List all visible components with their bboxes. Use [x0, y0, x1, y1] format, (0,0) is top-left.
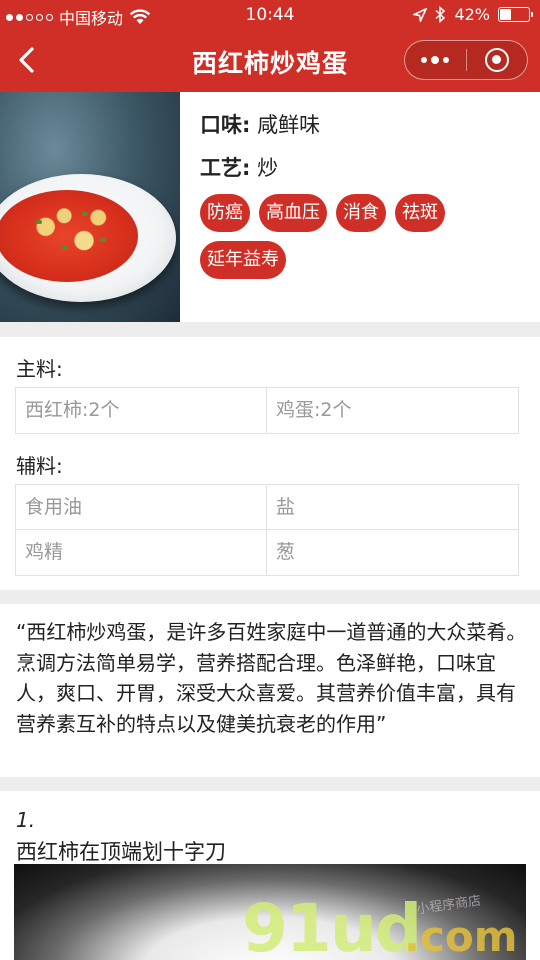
step-number: 1.: [16, 808, 36, 832]
tag[interactable]: 防癌: [200, 194, 250, 232]
nav-bar: 西红柿炒鸡蛋: [0, 30, 540, 92]
status-bar: 中国移动 10:44 42%: [0, 0, 540, 30]
ingredient-cell: 食用油: [16, 485, 267, 530]
section-divider: [0, 322, 540, 337]
taste-label: 口味:: [200, 113, 251, 137]
taste-row: 口味: 咸鲜味: [200, 109, 320, 139]
watermark-suffix: .com: [404, 912, 518, 960]
plate: [0, 174, 176, 302]
tag[interactable]: 消食: [336, 194, 386, 232]
tag[interactable]: 高血压: [259, 194, 327, 232]
dish-image: [0, 92, 180, 322]
craft-label: 工艺:: [200, 156, 251, 180]
battery-percent: 42%: [454, 5, 490, 24]
dish-description: “西红柿炒鸡蛋，是许多百姓家庭中一道普通的大众菜肴。烹调方法简单易学，营养搭配合…: [16, 620, 527, 736]
main-ingredients-table: 西红柿:2个 鸡蛋:2个: [15, 387, 519, 434]
location-icon: [413, 7, 428, 22]
ingredient-cell: 鸡精: [16, 530, 267, 575]
main-ingredients-label: 主料:: [16, 357, 63, 381]
ingredient-cell: 葱: [276, 541, 296, 563]
tag[interactable]: 延年益寿: [200, 241, 286, 279]
ingredient-cell: 盐: [267, 485, 518, 530]
watermark-logo: 91ud: [242, 890, 422, 960]
section-divider: [0, 777, 540, 791]
craft-value: 炒: [257, 156, 279, 180]
mini-program-capsule: [404, 40, 528, 80]
battery-icon: [498, 7, 533, 22]
efficacy-tags: 防癌 高血压 消食 祛斑 延年益寿: [200, 194, 520, 279]
more-button[interactable]: [405, 41, 466, 79]
section-divider: [0, 590, 540, 604]
ingredient-cell: 鸡蛋:2个: [276, 399, 352, 421]
aux-ingredients-table: 食用油 盐 鸡精 葱: [15, 484, 519, 576]
battery-level: [500, 9, 511, 20]
taste-value: 咸鲜味: [257, 113, 321, 137]
step-text: 西红柿在顶端划十字刀: [16, 840, 226, 864]
ingredient-cell: 西红柿:2个: [16, 388, 267, 433]
craft-row: 工艺: 炒: [200, 152, 278, 182]
close-button[interactable]: [467, 41, 528, 79]
status-right: 42%: [413, 5, 533, 24]
aux-ingredients-label: 辅料:: [16, 454, 63, 478]
target-icon: [484, 48, 509, 72]
dish-food: [0, 190, 138, 282]
more-dots-icon: [421, 56, 450, 64]
bluetooth-icon: [435, 6, 446, 23]
tag[interactable]: 祛斑: [395, 194, 445, 232]
dish-info: 口味: 咸鲜味 工艺: 炒 防癌 高血压 消食 祛斑 延年益寿: [0, 92, 540, 322]
